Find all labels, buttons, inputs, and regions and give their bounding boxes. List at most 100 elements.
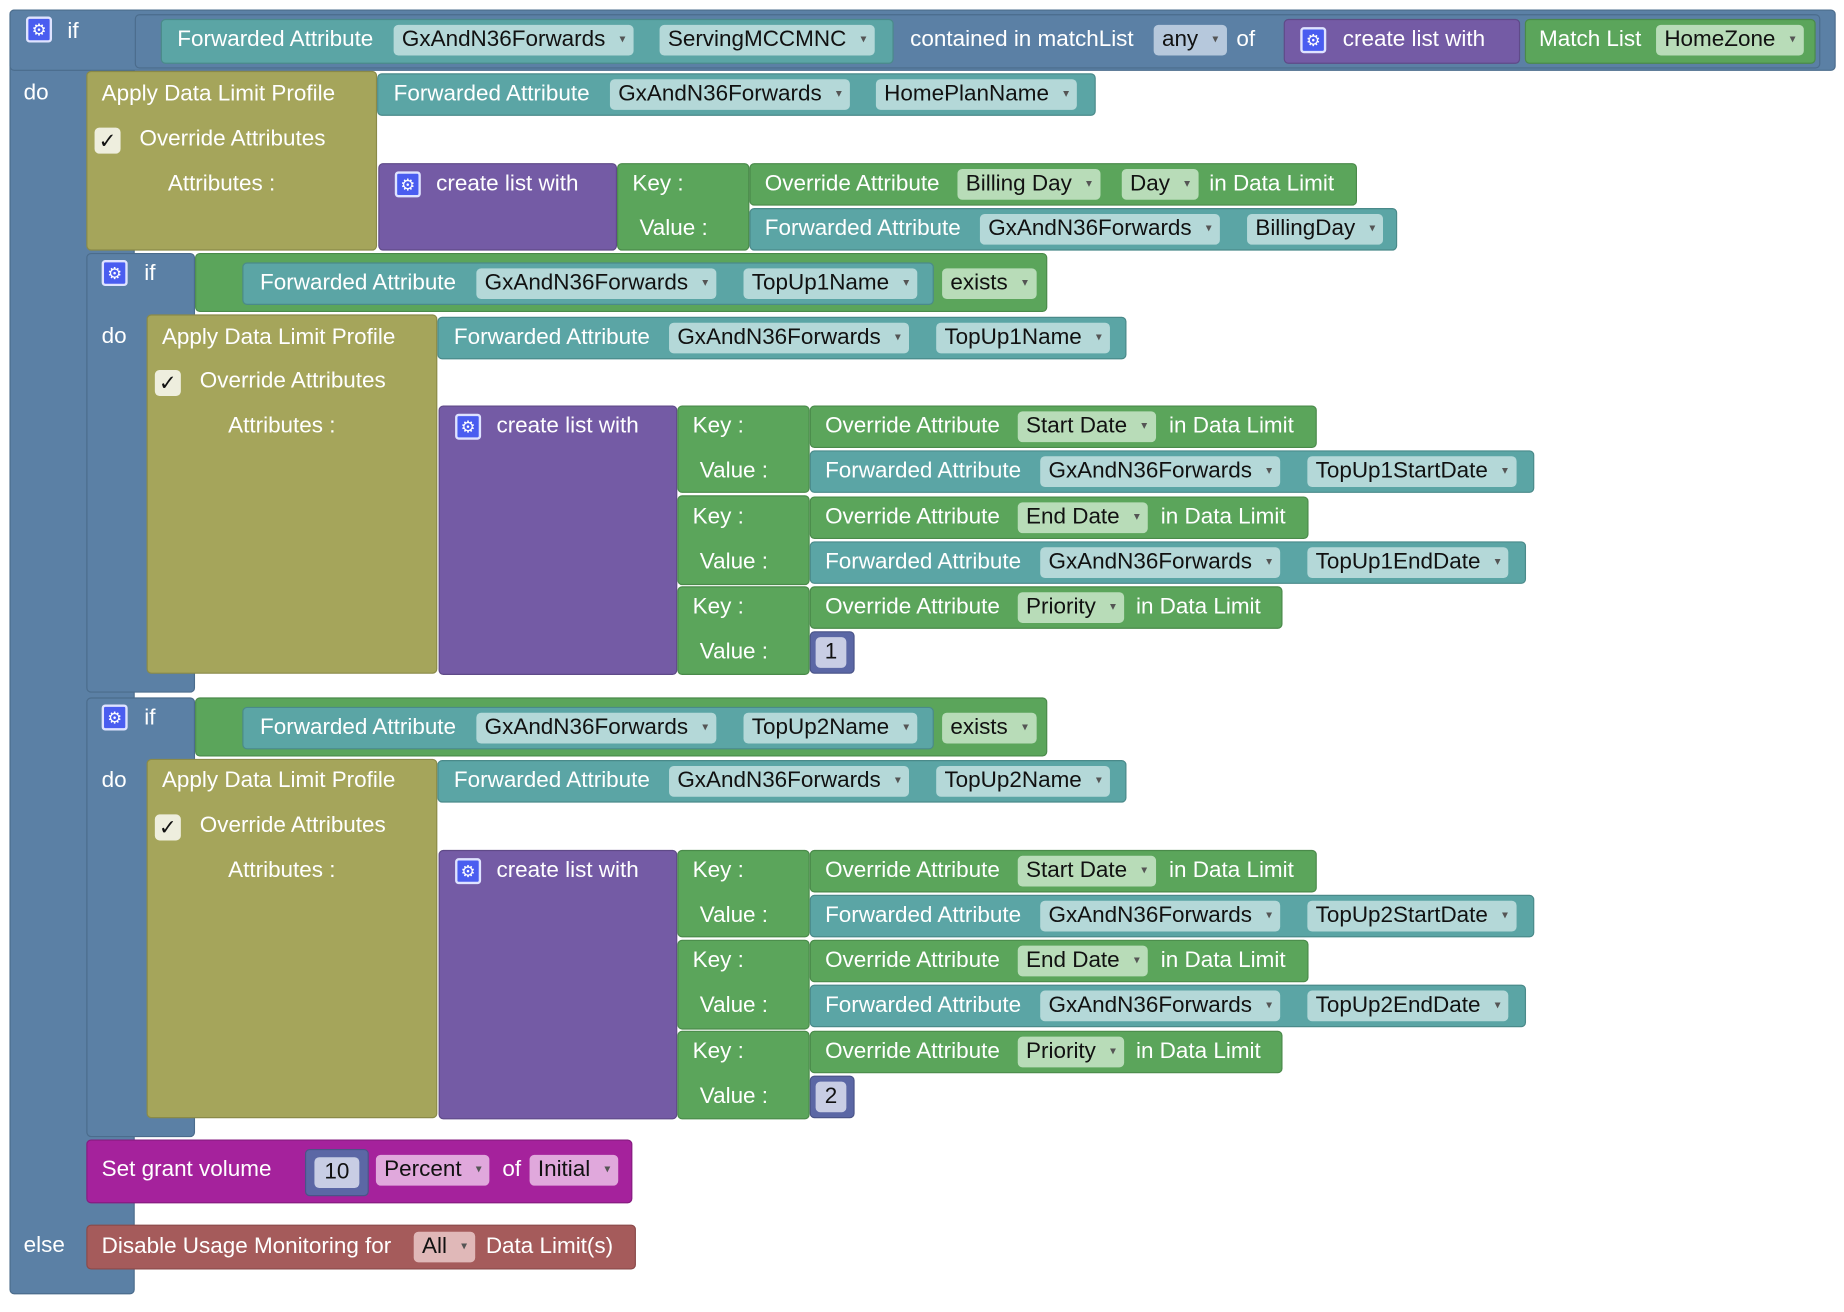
exists-dropdown[interactable]: exists ▾ — [942, 268, 1037, 300]
check-icon[interactable]: ✓ — [154, 369, 181, 396]
forwarded-attribute-label: Forwarded Attribute — [393, 81, 590, 107]
source-dropdown[interactable]: GxAndN36Forwards ▾ — [476, 712, 717, 744]
chevron-down-icon: ▾ — [1021, 721, 1028, 735]
do-keyword: do — [23, 80, 49, 106]
value-label: Value : — [699, 458, 769, 484]
source-dropdown[interactable]: GxAndN36Forwards ▾ — [1040, 990, 1281, 1022]
override-attribute-label: Override Attribute — [825, 413, 1000, 439]
chevron-down-icon: ▾ — [1110, 1044, 1117, 1058]
chevron-down-icon: ▾ — [1266, 998, 1273, 1012]
override-attribute-label: Override Attribute — [825, 504, 1000, 530]
of-label: of — [1236, 27, 1256, 53]
source-dropdown[interactable]: GxAndN36Forwards ▾ — [979, 213, 1221, 245]
check-icon[interactable]: ✓ — [94, 127, 121, 154]
scope-dropdown[interactable]: All ▾ — [413, 1231, 476, 1263]
apply-profile-title: Apply Data Limit Profile — [161, 325, 396, 350]
chevron-down-icon: ▾ — [1789, 33, 1796, 47]
key-label: Key : — [692, 504, 744, 530]
override-attr-dropdown[interactable]: Priority ▾ — [1017, 1036, 1125, 1068]
apply-profile-title: Apply Data Limit Profile — [101, 81, 336, 107]
forwarded-attribute-label: Forwarded Attribute — [825, 458, 1022, 484]
attribute-dropdown[interactable]: TopUp1Name ▾ — [743, 268, 918, 300]
override-attr-dropdown[interactable]: End Date ▾ — [1017, 502, 1149, 534]
gear-icon[interactable]: ⚙ — [455, 858, 482, 885]
attribute-dropdown[interactable]: TopUp1Name ▾ — [936, 322, 1111, 354]
grant-value-field[interactable]: 10 — [314, 1157, 360, 1188]
do-keyword: do — [101, 323, 127, 349]
source-dropdown[interactable]: GxAndN36Forwards ▾ — [669, 765, 910, 797]
chevron-down-icon: ▾ — [860, 33, 867, 47]
override-attributes-label: Override Attributes — [199, 813, 386, 839]
override-attribute-label: Override Attribute — [825, 1039, 1000, 1064]
base-dropdown[interactable]: Initial ▾ — [529, 1154, 619, 1186]
exists-dropdown[interactable]: exists ▾ — [942, 712, 1037, 744]
unit-dropdown[interactable]: Day ▾ — [1121, 169, 1199, 200]
in-data-limit-label: in Data Limit — [1135, 594, 1261, 620]
attributes-label: Attributes : — [228, 413, 336, 439]
attribute-dropdown[interactable]: TopUp2Name ▾ — [743, 712, 918, 744]
blockly-workspace[interactable]: ⚙ if do else Forwarded Attribute GxAndN3… — [0, 0, 1844, 1312]
override-attr-dropdown[interactable]: Start Date ▾ — [1017, 411, 1156, 443]
check-icon[interactable]: ✓ — [154, 814, 181, 841]
chevron-down-icon: ▾ — [1369, 222, 1376, 236]
apply-profile-title: Apply Data Limit Profile — [161, 768, 396, 794]
priority-value-field[interactable]: 1 — [815, 637, 847, 668]
source-dropdown[interactable]: GxAndN36Forwards ▾ — [393, 24, 634, 56]
in-data-limit-label: in Data Limit — [1160, 504, 1286, 530]
value-label: Value : — [699, 639, 769, 665]
chevron-down-icon: ▾ — [1184, 177, 1191, 191]
attribute-dropdown[interactable]: ServingMCCMNC ▾ — [659, 24, 875, 56]
chevron-down-icon: ▾ — [1494, 555, 1501, 569]
source-dropdown[interactable]: GxAndN36Forwards ▾ — [1040, 900, 1281, 932]
attribute-dropdown[interactable]: TopUp2Name ▾ — [936, 765, 1111, 797]
of-label: of — [502, 1157, 522, 1183]
source-dropdown[interactable]: GxAndN36Forwards ▾ — [609, 79, 851, 110]
forwarded-attribute-label: Forwarded Attribute — [260, 715, 457, 740]
in-data-limit-label: in Data Limit — [1169, 858, 1294, 883]
in-data-limit-label: in Data Limit — [1209, 171, 1335, 197]
gear-icon[interactable]: ⚙ — [1300, 27, 1327, 54]
override-attr-dropdown[interactable]: Priority ▾ — [1017, 592, 1125, 623]
match-mode-dropdown[interactable]: any ▾ — [1153, 24, 1227, 56]
attribute-dropdown[interactable]: BillingDay ▾ — [1247, 213, 1384, 245]
gear-icon[interactable]: ⚙ — [26, 16, 53, 43]
match-list-dropdown[interactable]: HomeZone ▾ — [1656, 24, 1804, 56]
attribute-dropdown[interactable]: TopUp2EndDate ▾ — [1307, 990, 1509, 1022]
gear-icon[interactable]: ⚙ — [101, 704, 128, 731]
attribute-dropdown[interactable]: HomePlanName ▾ — [875, 79, 1078, 110]
override-attr-dropdown[interactable]: Billing Day ▾ — [957, 169, 1101, 200]
forwarded-attribute-label: Forwarded Attribute — [177, 27, 374, 53]
override-attr-dropdown[interactable]: Start Date ▾ — [1017, 855, 1156, 887]
create-list-block[interactable] — [438, 405, 678, 675]
forwarded-attribute-label: Forwarded Attribute — [764, 216, 961, 242]
contained-label: contained in matchList — [910, 27, 1134, 53]
create-list-label: create list with — [1342, 27, 1486, 53]
priority-value-field[interactable]: 2 — [815, 1081, 847, 1113]
do-keyword: do — [101, 768, 127, 794]
unit-dropdown[interactable]: Percent ▾ — [375, 1154, 490, 1186]
chevron-down-icon: ▾ — [1212, 33, 1219, 47]
disable-usage-label: Disable Usage Monitoring for — [101, 1234, 392, 1259]
value-label: Value : — [699, 1083, 769, 1109]
chevron-down-icon: ▾ — [1502, 908, 1509, 922]
source-dropdown[interactable]: GxAndN36Forwards ▾ — [1040, 547, 1281, 579]
attributes-label: Attributes : — [167, 171, 276, 197]
source-dropdown[interactable]: GxAndN36Forwards ▾ — [669, 322, 910, 354]
source-dropdown[interactable]: GxAndN36Forwards ▾ — [1040, 456, 1281, 488]
attribute-dropdown[interactable]: TopUp1StartDate ▾ — [1307, 456, 1517, 488]
chevron-down-icon: ▾ — [1095, 330, 1102, 344]
attributes-label: Attributes : — [228, 858, 336, 883]
create-list-block[interactable] — [438, 849, 678, 1120]
forwarded-attribute-label: Forwarded Attribute — [825, 903, 1022, 928]
source-dropdown[interactable]: GxAndN36Forwards ▾ — [476, 268, 717, 300]
set-grant-volume-label: Set grant volume — [101, 1157, 272, 1183]
chevron-down-icon: ▾ — [1133, 510, 1140, 524]
create-list-label: create list with — [496, 858, 639, 883]
gear-icon[interactable]: ⚙ — [394, 171, 421, 198]
attribute-dropdown[interactable]: TopUp1EndDate ▾ — [1307, 547, 1509, 579]
gear-icon[interactable]: ⚙ — [101, 260, 128, 287]
if-keyword: if — [144, 261, 156, 287]
attribute-dropdown[interactable]: TopUp2StartDate ▾ — [1307, 900, 1517, 932]
gear-icon[interactable]: ⚙ — [455, 413, 482, 440]
override-attr-dropdown[interactable]: End Date ▾ — [1017, 945, 1149, 977]
